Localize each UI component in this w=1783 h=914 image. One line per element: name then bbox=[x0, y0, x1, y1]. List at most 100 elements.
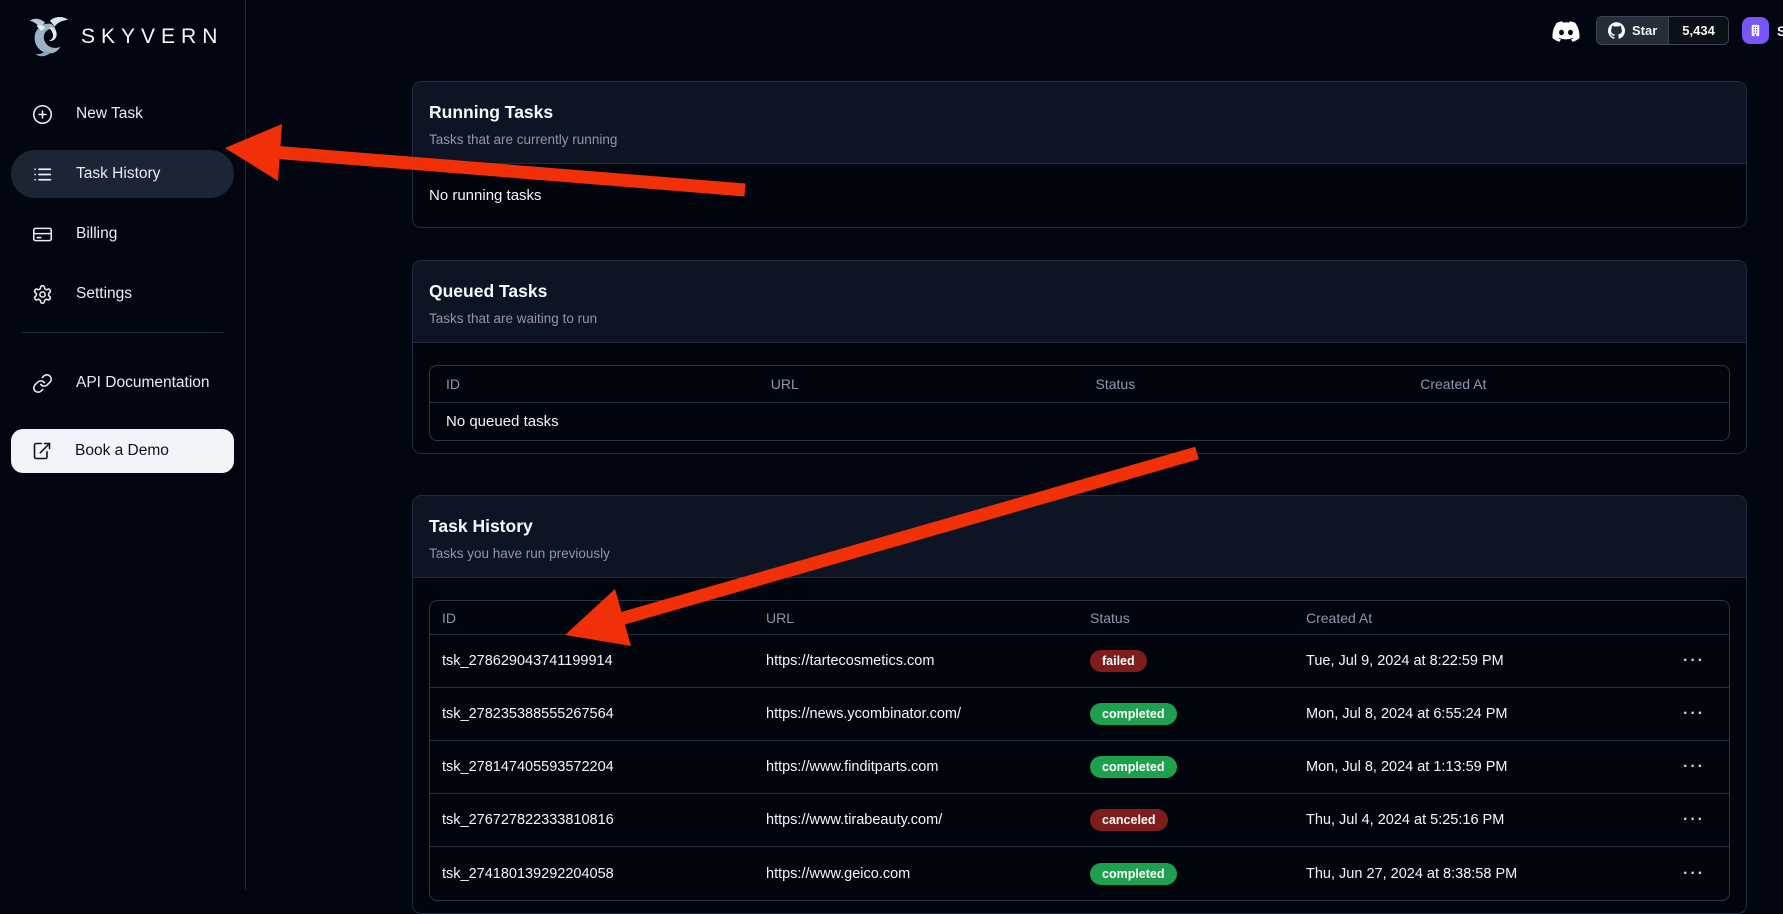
sidebar-secondary-nav: API Documentation Book a Demo bbox=[11, 359, 234, 473]
column-header-url: URL bbox=[754, 610, 1078, 626]
task-actions-cell: ··· bbox=[1634, 701, 1729, 727]
status-badge: completed bbox=[1090, 703, 1177, 725]
task-url-cell: https://www.finditparts.com bbox=[754, 759, 1078, 775]
task-id-cell: tsk_278629043741199914 bbox=[430, 653, 754, 669]
row-actions-button[interactable]: ··· bbox=[1671, 648, 1717, 674]
column-header-created-at: Created At bbox=[1404, 376, 1729, 392]
brand-name: SKYVERN bbox=[81, 25, 223, 49]
plus-circle-icon bbox=[32, 104, 53, 125]
column-header-id: ID bbox=[430, 610, 754, 626]
sidebar-item-settings[interactable]: Settings bbox=[11, 270, 234, 318]
card-subtitle: Tasks you have run previously bbox=[429, 546, 1730, 561]
task-history-table: ID URL Status Created At tsk_27862904374… bbox=[429, 600, 1730, 901]
column-header-status: Status bbox=[1080, 376, 1405, 392]
table-header-row: ID URL Status Created At bbox=[430, 366, 1729, 403]
task-id-cell: tsk_278147405593572204 bbox=[430, 759, 754, 775]
task-status-cell: completed bbox=[1078, 863, 1294, 885]
row-actions-button[interactable]: ··· bbox=[1671, 807, 1717, 833]
task-history-tbody: tsk_278629043741199914 https://tartecosm… bbox=[430, 635, 1729, 900]
task-history-card: Task History Tasks you have run previous… bbox=[412, 495, 1747, 914]
sidebar-item-task-history[interactable]: Task History bbox=[11, 150, 234, 198]
task-actions-cell: ··· bbox=[1634, 754, 1729, 780]
list-icon bbox=[32, 164, 53, 185]
task-status-cell: failed bbox=[1078, 650, 1294, 672]
column-header-id: ID bbox=[430, 376, 755, 392]
card-title: Running Tasks bbox=[429, 102, 1730, 123]
github-star-button[interactable]: Star bbox=[1597, 17, 1668, 44]
task-created-cell: Thu, Jun 27, 2024 at 8:38:58 PM bbox=[1294, 866, 1634, 882]
status-badge: failed bbox=[1090, 650, 1147, 672]
queued-tasks-header: Queued Tasks Tasks that are waiting to r… bbox=[413, 261, 1746, 343]
sidebar-item-label: API Documentation bbox=[76, 374, 210, 392]
queued-tasks-body: ID URL Status Created At No queued tasks bbox=[413, 343, 1746, 453]
task-url-cell: https://tartecosmetics.com bbox=[754, 653, 1078, 669]
card-subtitle: Tasks that are currently running bbox=[429, 132, 1730, 147]
queued-tasks-card: Queued Tasks Tasks that are waiting to r… bbox=[412, 260, 1747, 454]
row-actions-button[interactable]: ··· bbox=[1671, 861, 1717, 887]
sidebar-divider bbox=[21, 332, 224, 333]
card-title: Task History bbox=[429, 516, 1730, 537]
task-actions-cell: ··· bbox=[1634, 648, 1729, 674]
task-actions-cell: ··· bbox=[1634, 861, 1729, 887]
skyvern-dragon-logo-icon bbox=[26, 14, 72, 60]
sidebar: SKYVERN New Task Task History bbox=[0, 0, 246, 890]
user-name[interactable]: S bbox=[1777, 23, 1783, 39]
github-star-count[interactable]: 5,434 bbox=[1668, 17, 1728, 44]
row-actions-button[interactable]: ··· bbox=[1671, 754, 1717, 780]
table-row[interactable]: tsk_278147405593572204 https://www.findi… bbox=[430, 741, 1729, 794]
row-actions-button[interactable]: ··· bbox=[1671, 701, 1717, 727]
sidebar-item-billing[interactable]: Billing bbox=[11, 210, 234, 258]
table-row[interactable]: tsk_276727822333810816 https://www.tirab… bbox=[430, 794, 1729, 847]
task-status-cell: completed bbox=[1078, 703, 1294, 725]
book-a-demo-label: Book a Demo bbox=[75, 442, 169, 460]
task-url-cell: https://news.ycombinator.com/ bbox=[754, 706, 1078, 722]
table-header-row: ID URL Status Created At bbox=[430, 601, 1729, 635]
building-icon bbox=[1748, 23, 1763, 38]
running-tasks-body: No running tasks bbox=[413, 164, 1746, 227]
task-status-cell: canceled bbox=[1078, 809, 1294, 831]
empty-message: No queued tasks bbox=[430, 403, 1729, 440]
task-id-cell: tsk_274180139292204058 bbox=[430, 866, 754, 882]
book-a-demo-button[interactable]: Book a Demo bbox=[11, 429, 234, 473]
credit-card-icon bbox=[32, 224, 53, 245]
link-icon bbox=[32, 373, 53, 394]
avatar[interactable] bbox=[1742, 17, 1769, 44]
task-created-cell: Mon, Jul 8, 2024 at 1:13:59 PM bbox=[1294, 759, 1634, 775]
task-created-cell: Mon, Jul 8, 2024 at 6:55:24 PM bbox=[1294, 706, 1634, 722]
queued-tasks-table: ID URL Status Created At No queued tasks bbox=[429, 365, 1730, 441]
task-created-cell: Tue, Jul 9, 2024 at 8:22:59 PM bbox=[1294, 653, 1634, 669]
sidebar-item-label: Billing bbox=[76, 225, 117, 243]
github-star-widget: Star 5,434 bbox=[1596, 16, 1729, 45]
task-url-cell: https://www.geico.com bbox=[754, 866, 1078, 882]
table-row[interactable]: tsk_274180139292204058 https://www.geico… bbox=[430, 847, 1729, 900]
main-content: Running Tasks Tasks that are currently r… bbox=[412, 0, 1747, 914]
column-header-url: URL bbox=[755, 376, 1080, 392]
status-badge: completed bbox=[1090, 756, 1177, 778]
task-actions-cell: ··· bbox=[1634, 807, 1729, 833]
table-row[interactable]: tsk_278629043741199914 https://tartecosm… bbox=[430, 635, 1729, 688]
empty-message: No running tasks bbox=[429, 187, 542, 204]
external-link-icon bbox=[32, 441, 52, 461]
column-header-status: Status bbox=[1078, 610, 1294, 626]
github-logo-icon bbox=[1608, 22, 1625, 39]
discord-icon[interactable] bbox=[1549, 18, 1583, 48]
task-url-cell: https://www.tirabeauty.com/ bbox=[754, 812, 1078, 828]
status-badge: canceled bbox=[1090, 809, 1168, 831]
gear-icon bbox=[32, 284, 53, 305]
task-history-body: ID URL Status Created At tsk_27862904374… bbox=[413, 578, 1746, 913]
sidebar-item-label: Settings bbox=[76, 285, 132, 303]
task-id-cell: tsk_278235388555267564 bbox=[430, 706, 754, 722]
column-header-created-at: Created At bbox=[1294, 610, 1634, 626]
card-subtitle: Tasks that are waiting to run bbox=[429, 311, 1730, 326]
sidebar-item-api-documentation[interactable]: API Documentation bbox=[11, 359, 234, 407]
running-tasks-card: Running Tasks Tasks that are currently r… bbox=[412, 81, 1747, 228]
table-row[interactable]: tsk_278235388555267564 https://news.ycom… bbox=[430, 688, 1729, 741]
card-title: Queued Tasks bbox=[429, 281, 1730, 302]
github-star-label: Star bbox=[1632, 23, 1657, 38]
running-tasks-header: Running Tasks Tasks that are currently r… bbox=[413, 82, 1746, 164]
brand-logo: SKYVERN bbox=[11, 10, 234, 64]
task-history-header: Task History Tasks you have run previous… bbox=[413, 496, 1746, 578]
status-badge: completed bbox=[1090, 863, 1177, 885]
sidebar-nav: New Task Task History Billing bbox=[11, 90, 234, 318]
sidebar-item-new-task[interactable]: New Task bbox=[11, 90, 234, 138]
